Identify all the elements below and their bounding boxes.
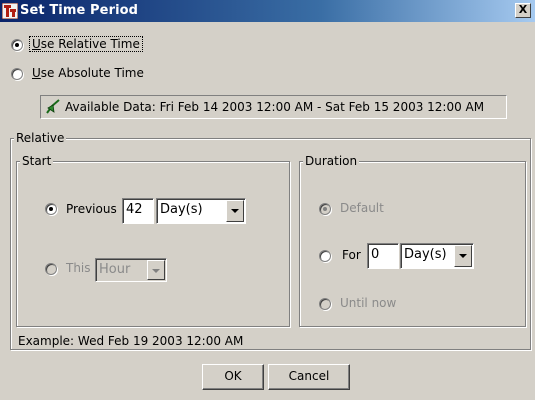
chevron-down-icon[interactable] (454, 245, 472, 267)
previous-unit-select[interactable]: Day(s) (156, 198, 246, 224)
start-group (16, 161, 290, 327)
this-unit-value: Hour (99, 262, 131, 277)
previous-amount-input[interactable]: 42 (122, 198, 154, 224)
until-now-label[interactable]: Until now (340, 296, 396, 310)
title-bar[interactable]: Set Time Period X (0, 0, 535, 22)
previous-radio[interactable] (45, 203, 57, 215)
example-text: Example: Wed Feb 19 2003 12:00 AM (18, 334, 244, 348)
use-absolute-time-label[interactable]: Use Absolute Time (32, 66, 144, 80)
chevron-down-icon[interactable] (226, 200, 244, 222)
default-label[interactable]: Default (340, 201, 384, 215)
start-group-label: Start (20, 154, 54, 168)
previous-label[interactable]: Previous (66, 202, 117, 216)
use-relative-time-label[interactable]: Use Relative Time (29, 36, 143, 52)
use-absolute-time-radio[interactable] (11, 68, 23, 80)
until-now-radio[interactable] (319, 298, 331, 310)
for-amount-value: 0 (371, 247, 380, 262)
use-relative-time-radio[interactable] (11, 39, 23, 51)
for-unit-select[interactable]: Day(s) (400, 243, 474, 269)
chevron-down-icon[interactable] (147, 260, 165, 280)
this-label[interactable]: This (66, 261, 91, 275)
for-unit-value: Day(s) (404, 247, 447, 262)
window-title: Set Time Period (20, 3, 139, 18)
previous-unit-value: Day(s) (160, 202, 203, 217)
available-data-text: Available Data: Fri Feb 14 2003 12:00 AM… (65, 100, 485, 114)
this-unit-select[interactable]: Hour (95, 258, 167, 282)
previous-amount-value: 42 (126, 202, 143, 217)
available-data-icon (46, 99, 60, 114)
for-radio[interactable] (319, 250, 331, 262)
close-button[interactable]: X (515, 3, 531, 18)
app-icon (2, 3, 18, 19)
ok-button[interactable]: OK (202, 364, 264, 390)
for-amount-input[interactable]: 0 (367, 243, 399, 269)
default-radio[interactable] (319, 203, 331, 215)
for-label[interactable]: For (342, 248, 361, 262)
cancel-button[interactable]: Cancel (268, 364, 350, 390)
available-data-panel: Available Data: Fri Feb 14 2003 12:00 AM… (40, 95, 507, 119)
relative-group-label: Relative (14, 131, 67, 145)
this-radio[interactable] (45, 263, 57, 275)
duration-group-label: Duration (303, 154, 360, 168)
